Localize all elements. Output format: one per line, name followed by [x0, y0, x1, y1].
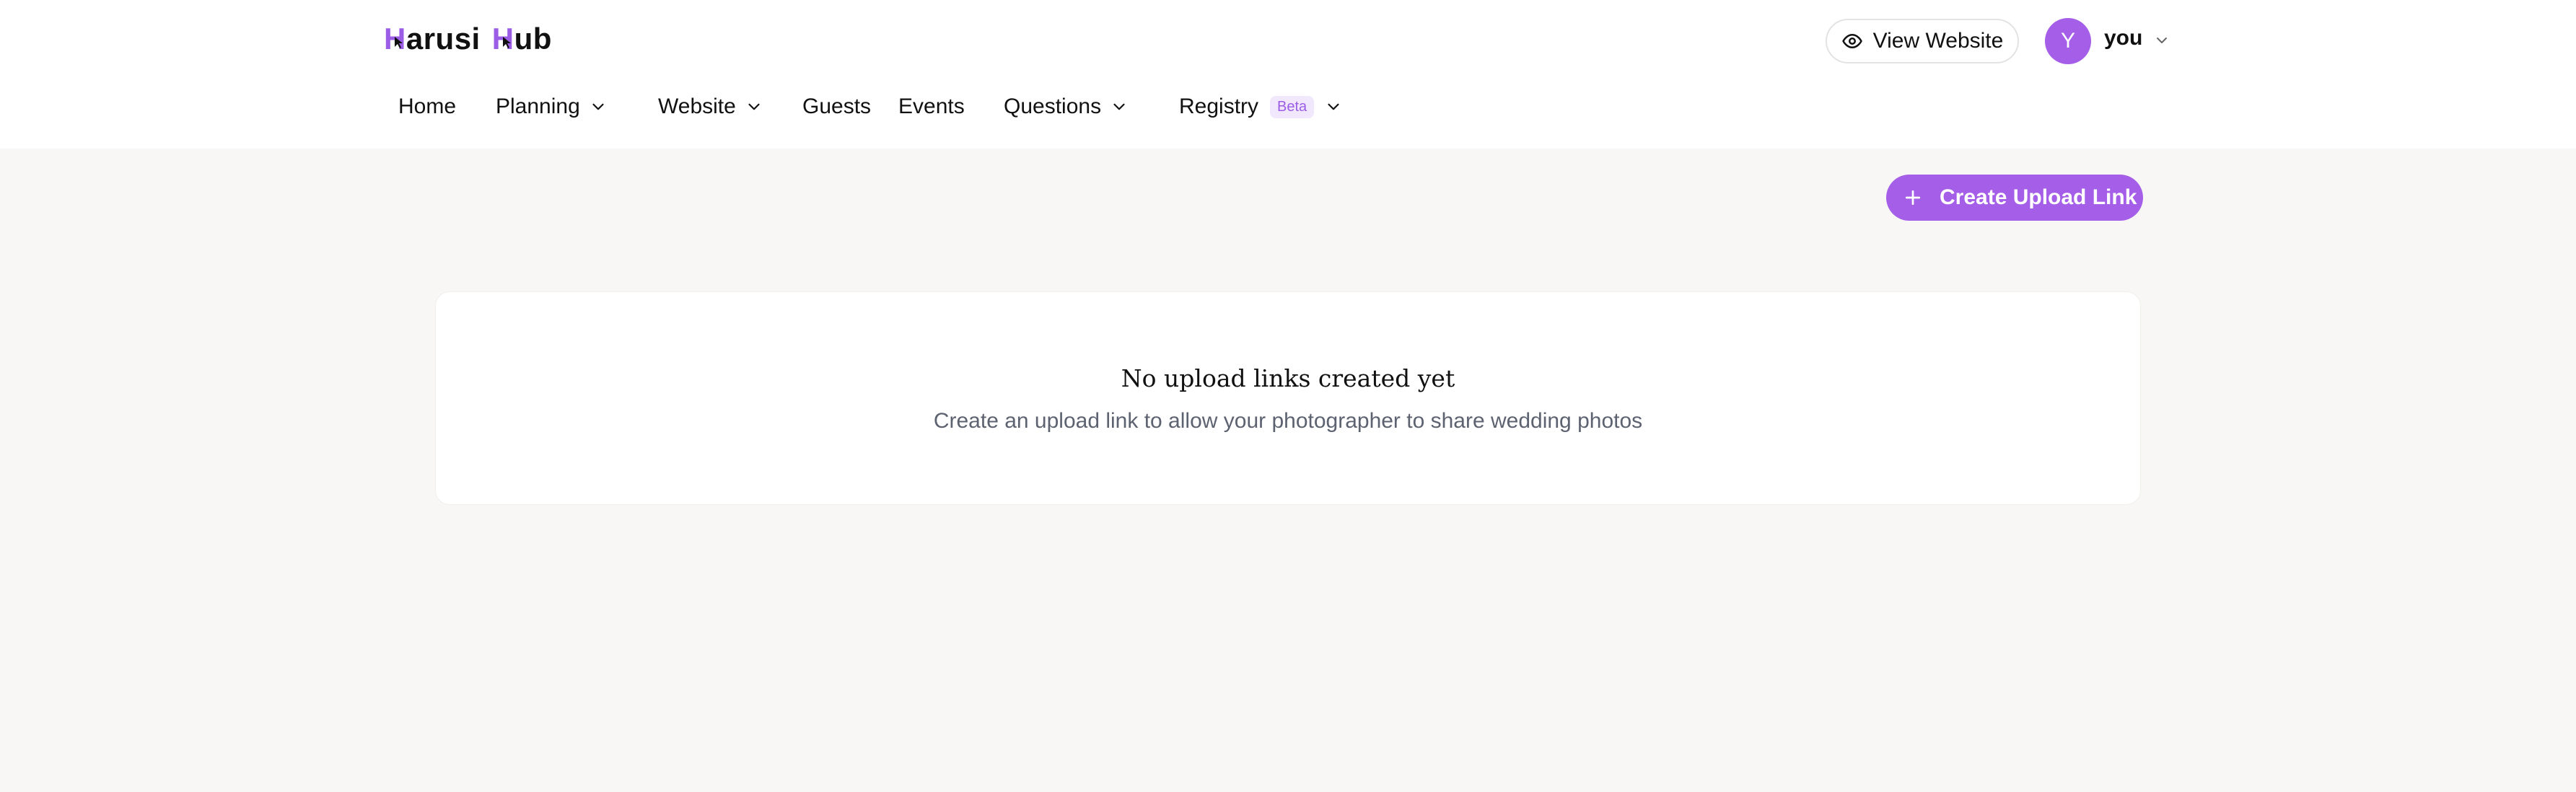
chevron-down-icon [748, 103, 760, 110]
logo-text-2: ub [514, 22, 552, 56]
nav-item-label: Guests [802, 94, 872, 118]
nav-item-label: Website [658, 94, 736, 118]
empty-state-card: No upload links created yet Create an up… [435, 291, 2141, 505]
cursor-icon [395, 37, 403, 48]
logo-letter-h-2: H [492, 22, 514, 56]
chevron-down-icon [592, 103, 604, 110]
eye-icon [1841, 34, 1862, 48]
chevron-down-icon [1328, 103, 1339, 110]
chevron-down-icon[interactable] [2152, 32, 2172, 49]
plus-icon [1905, 190, 1921, 206]
nav-item-events[interactable]: Events [898, 91, 965, 123]
nav-item-website[interactable]: Website [658, 91, 763, 123]
nav-item-home[interactable]: Home [398, 91, 456, 123]
nav-item-planning[interactable]: Planning [496, 91, 608, 123]
nav-item-label: Planning [496, 94, 580, 118]
main-nav: Home Planning Website Guests Events Ques… [0, 91, 2576, 123]
beta-badge: Beta [1270, 95, 1315, 118]
nav-item-registry[interactable]: Registry Beta [1179, 91, 1343, 123]
chevron-down-icon [1113, 103, 1125, 110]
nav-item-label: Registry [1179, 94, 1259, 118]
logo-letter-h-1: H [384, 22, 406, 56]
view-website-button[interactable]: View Website [1826, 19, 2019, 63]
nav-item-label: Home [398, 94, 457, 118]
create-upload-link-button[interactable]: Create Upload Link [1886, 175, 2143, 221]
nav-item-label: Events [898, 94, 965, 118]
nav-item-guests[interactable]: Guests [802, 91, 871, 123]
nav-item-label: Questions [1004, 94, 1102, 118]
harusi-hub-logo[interactable]: H arusi H ub [384, 19, 552, 59]
empty-state-subtitle: Create an upload link to allow your phot… [933, 409, 1643, 433]
nav-item-questions[interactable]: Questions [1004, 91, 1129, 123]
user-name[interactable]: you [2104, 26, 2142, 50]
view-website-label: View Website [1872, 29, 2004, 53]
empty-state-title: No upload links created yet [1121, 364, 1455, 392]
logo-text-1: arusi [406, 22, 481, 56]
user-avatar[interactable]: Y [2045, 18, 2091, 64]
top-header: H arusi H ub View Website Y you Home Pla… [0, 0, 2576, 149]
cursor-icon [502, 37, 511, 48]
create-upload-link-label: Create Upload Link [1940, 185, 2137, 209]
